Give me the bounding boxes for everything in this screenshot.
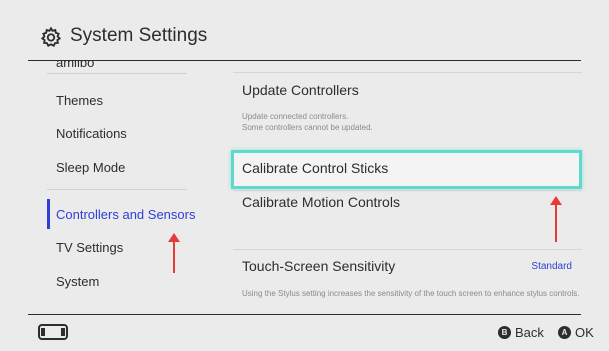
sidebar-item-system[interactable]: System [56,274,99,289]
ok-button[interactable]: A OK [558,325,594,340]
a-button-icon: A [558,326,571,339]
row-divider [233,72,582,73]
ok-label: OK [575,325,594,340]
update-controllers-desc-1: Update connected controllers. [242,112,349,121]
sidebar-divider [47,189,187,190]
sidebar-item-controllers-and-sensors[interactable]: Controllers and Sensors [56,207,195,222]
page-title: System Settings [70,25,208,46]
active-indicator [47,199,50,229]
annotation-arrow [168,233,180,273]
header: System Settings [0,0,609,66]
gear-icon [40,26,62,47]
update-controllers-option[interactable]: Update Controllers [242,82,359,98]
calibrate-motion-controls-option[interactable]: Calibrate Motion Controls [242,194,400,210]
sidebar-divider [47,73,187,74]
update-controllers-desc-2: Some controllers cannot be updated. [242,123,373,132]
back-button[interactable]: B Back [498,325,544,340]
sidebar-item-themes[interactable]: Themes [56,93,103,108]
row-divider [233,190,582,191]
sidebar-item-tv-settings[interactable]: TV Settings [56,240,123,255]
sidebar-item-amiibo[interactable]: amiibo [56,61,94,70]
footer: B Back A OK [0,315,609,351]
b-button-icon: B [498,326,511,339]
touch-screen-sensitivity-option[interactable]: Touch-Screen Sensitivity [242,258,395,274]
touch-screen-sensitivity-value: Standard [531,261,572,272]
annotation-arrow [550,196,562,242]
sidebar: amiibo Themes Notifications Sleep Mode C… [0,61,205,314]
console-icon [38,324,68,340]
sidebar-item-notifications[interactable]: Notifications [56,126,127,141]
row-divider [233,249,582,250]
touch-screen-sensitivity-desc: Using the Stylus setting increases the s… [242,289,580,298]
sidebar-item-sleep-mode[interactable]: Sleep Mode [56,160,125,175]
calibrate-control-sticks-label: Calibrate Control Sticks [242,160,389,176]
settings-panel: Update Controllers Update connected cont… [205,61,609,314]
back-label: Back [515,325,544,340]
